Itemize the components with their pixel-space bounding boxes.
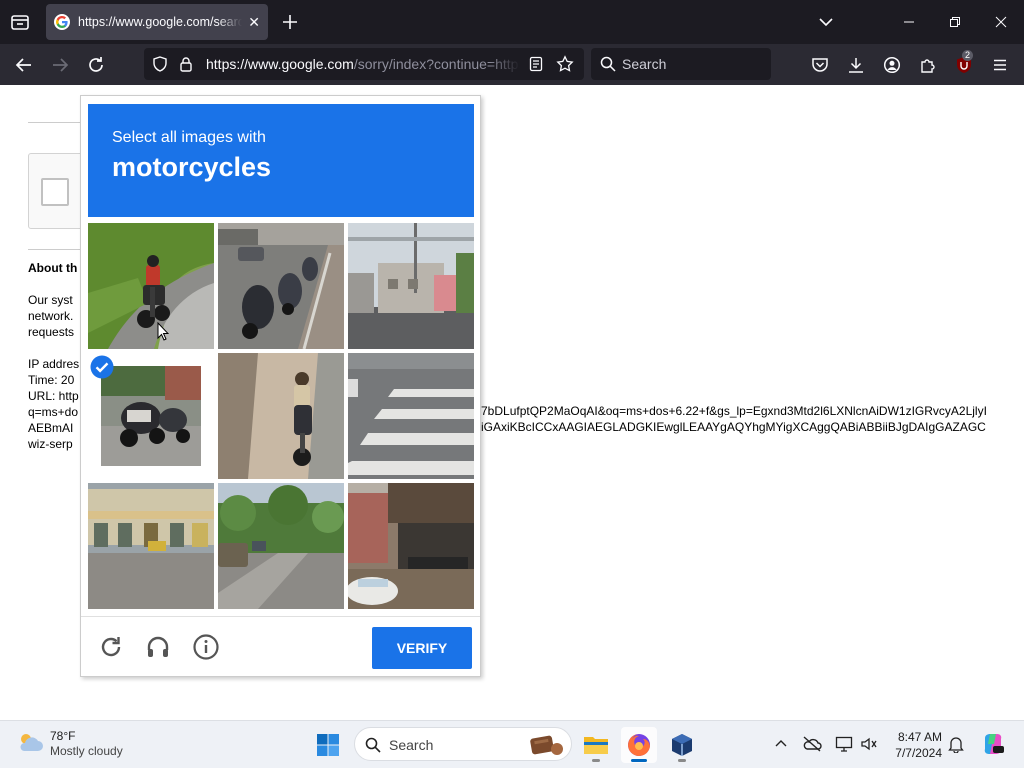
forward-icon[interactable] (48, 53, 72, 77)
new-tab-icon[interactable] (280, 12, 300, 32)
captcha-target: motorcycles (112, 152, 272, 182)
app-running-indicator (678, 759, 686, 762)
tab-title: https://www.google.com/search?q=ms+dos (78, 15, 243, 29)
info-icon[interactable] (192, 633, 220, 661)
captcha-tile-7[interactable] (88, 483, 214, 609)
verify-button[interactable]: VERIFY (372, 627, 472, 669)
url-line-end: wiz-serp (28, 437, 73, 451)
url-host: https://www.google.com (206, 56, 354, 72)
web-search-bar[interactable]: Search (591, 48, 771, 80)
search-highlight-icon (527, 731, 567, 764)
url-line-query-right: 7bDLufptQP2MaOqAI&oq=ms+dos+6.22+f&gs_lp… (481, 404, 987, 418)
firefox-app[interactable] (621, 727, 657, 763)
url-line: URL: http (28, 389, 79, 403)
weather-widget[interactable]: 78°F Mostly cloudy (16, 729, 123, 759)
weather-temp: 78°F (50, 729, 76, 743)
tab-bar: https://www.google.com/search?q=ms+dos ✕ (0, 0, 1024, 44)
divider (28, 122, 88, 123)
web-search-placeholder: Search (622, 56, 667, 72)
captcha-tile-4-selected[interactable] (88, 353, 214, 479)
para-line-3: requests (28, 325, 75, 339)
google-favicon-icon (54, 14, 70, 30)
minimize-icon[interactable] (886, 0, 932, 44)
extensions-icon[interactable] (916, 53, 940, 77)
recaptcha-checkbox[interactable] (41, 178, 69, 206)
restore-icon[interactable] (932, 0, 978, 44)
lock-icon[interactable] (178, 56, 194, 77)
time-line: Time: 20 (28, 373, 75, 387)
captcha-tile-3[interactable] (348, 223, 474, 349)
onedrive-offline-icon[interactable] (801, 733, 823, 755)
weather-description: Mostly cloudy (50, 744, 123, 758)
taskbar-search[interactable]: Search (354, 727, 572, 761)
captcha-challenge-dialog: Select all images with motorcycles VERIF… (80, 95, 481, 677)
reader-view-icon[interactable] (528, 56, 544, 77)
nav-bar: https://www.google.com/sorry/index?conti… (0, 44, 1024, 85)
taskbar-search-placeholder: Search (389, 737, 434, 753)
list-all-tabs-icon[interactable] (816, 12, 836, 32)
url-text[interactable]: https://www.google.com/sorry/index?conti… (206, 56, 520, 72)
captcha-tile-6[interactable] (348, 353, 474, 479)
cloud-weather-icon (16, 730, 44, 759)
captcha-tile-1[interactable] (88, 223, 214, 349)
url-line-cont: AEBmAI (28, 421, 74, 435)
close-window-icon[interactable] (978, 0, 1024, 44)
pocket-icon[interactable] (808, 53, 832, 77)
para-line-1: Our syst (28, 293, 73, 307)
captcha-footer: VERIFY (81, 616, 480, 677)
selected-check-icon (90, 355, 114, 379)
reload-challenge-icon[interactable] (97, 633, 125, 661)
account-icon[interactable] (880, 53, 904, 77)
url-line-cont-right: iGAxiKBcICCxAAGIAEGLADGKIEwglLEAAYgAQYhg… (481, 420, 986, 434)
mouse-cursor-icon (157, 321, 170, 342)
downloads-icon[interactable] (844, 53, 868, 77)
reload-icon[interactable] (84, 53, 108, 77)
tracking-protection-icon[interactable] (152, 56, 168, 77)
copilot-icon[interactable] (980, 731, 1006, 757)
url-path: /sorry/index?continue=https://www.google… (353, 56, 520, 72)
captcha-instruction: Select all images with (112, 129, 266, 146)
search-icon (600, 56, 616, 77)
bookmark-star-icon[interactable] (556, 55, 574, 78)
browser-tab[interactable]: https://www.google.com/search?q=ms+dos ✕ (46, 4, 268, 40)
taskbar-search-icon (365, 737, 381, 758)
system-clock[interactable]: 8:47 AM 7/7/2024 (880, 729, 942, 761)
url-bar[interactable]: https://www.google.com/sorry/index?conti… (144, 48, 584, 80)
notification-bell-icon[interactable] (945, 733, 967, 755)
captcha-tile-8[interactable] (218, 483, 344, 609)
captcha-tile-9[interactable] (348, 483, 474, 609)
clock-time: 8:47 AM (897, 730, 942, 744)
about-heading: About th (28, 261, 78, 275)
hamburger-menu-icon[interactable] (988, 53, 1012, 77)
selected-image (101, 366, 201, 466)
app-active-indicator (631, 759, 647, 762)
clock-date: 7/7/2024 (895, 746, 942, 760)
recaptcha-widget[interactable] (28, 153, 88, 229)
captcha-tile-2[interactable] (218, 223, 344, 349)
tab-close-icon[interactable]: ✕ (248, 14, 260, 31)
audio-challenge-icon[interactable] (144, 633, 172, 661)
start-button[interactable] (310, 727, 346, 763)
virtualbox-app[interactable] (664, 727, 700, 763)
ip-line: IP addres (28, 357, 80, 371)
para-line-2: network. (28, 309, 74, 323)
show-hidden-icons-chevron-icon[interactable] (770, 733, 792, 755)
file-explorer-app[interactable] (578, 727, 614, 763)
app-running-indicator (592, 759, 600, 762)
url-line-query: q=ms+do (28, 405, 79, 419)
captcha-header: Select all images with motorcycles (88, 104, 474, 217)
captcha-image-grid (88, 223, 474, 609)
tab-list-icon[interactable] (8, 10, 32, 34)
divider (28, 249, 88, 250)
network-icon[interactable] (833, 733, 855, 755)
back-icon[interactable] (12, 53, 36, 77)
captcha-tile-5[interactable] (218, 353, 344, 479)
taskbar: 78°F Mostly cloudy Search 8:47 AM 7/7/20… (0, 720, 1024, 768)
extension-badge-count: 2 (962, 50, 974, 61)
volume-muted-icon[interactable] (858, 733, 880, 755)
